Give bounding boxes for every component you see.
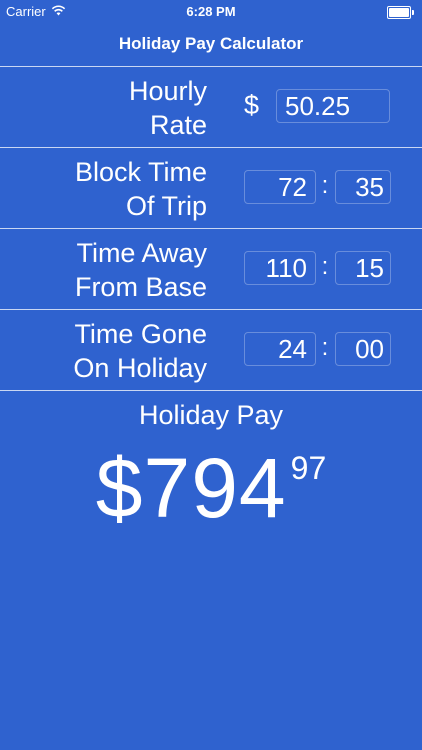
status-bar: Carrier 6:28 PM [0,0,422,24]
time-holiday-row: Time Gone On Holiday 24 : 00 [0,310,422,391]
holiday-pay-amount: $794 97 [0,440,422,536]
holiday-pay-cents: 97 [290,450,327,486]
battery-fill [389,8,409,17]
time-holiday-hours-input[interactable]: 24 [244,332,316,366]
nav-bar: Holiday Pay Calculator [0,24,422,67]
holiday-pay-title: Holiday Pay [138,400,284,430]
time-away-minutes-input[interactable]: 15 [335,251,391,285]
battery-icon [387,6,414,19]
time-separator: : [321,334,329,361]
block-time-hours-input[interactable]: 72 [244,170,316,204]
time-holiday-minutes-input[interactable]: 00 [335,332,391,366]
hourly-rate-label: Hourly Rate [128,76,207,140]
currency-symbol: $ [244,90,260,120]
time-separator: : [321,253,329,280]
time-away-row: Time Away From Base 110 : 15 [0,229,422,310]
time-away-hours-input[interactable]: 110 [244,251,316,285]
hourly-rate-row: Hourly Rate $ 50.25 [0,67,422,148]
status-time: 6:28 PM [186,4,236,19]
time-away-label: Time Away From Base [74,238,207,302]
battery-body [387,6,411,19]
block-time-minutes-input[interactable]: 35 [335,170,391,204]
block-time-label: Block Time Of Trip [74,157,207,221]
hourly-rate-input[interactable]: 50.25 [276,89,390,123]
time-holiday-label: Time Gone On Holiday [73,319,207,383]
battery-tip [412,10,414,15]
nav-title: Holiday Pay Calculator [118,34,304,53]
time-separator: : [321,172,329,199]
block-time-row: Block Time Of Trip 72 : 35 [0,148,422,229]
holiday-pay-dollars: $794 [95,441,287,535]
